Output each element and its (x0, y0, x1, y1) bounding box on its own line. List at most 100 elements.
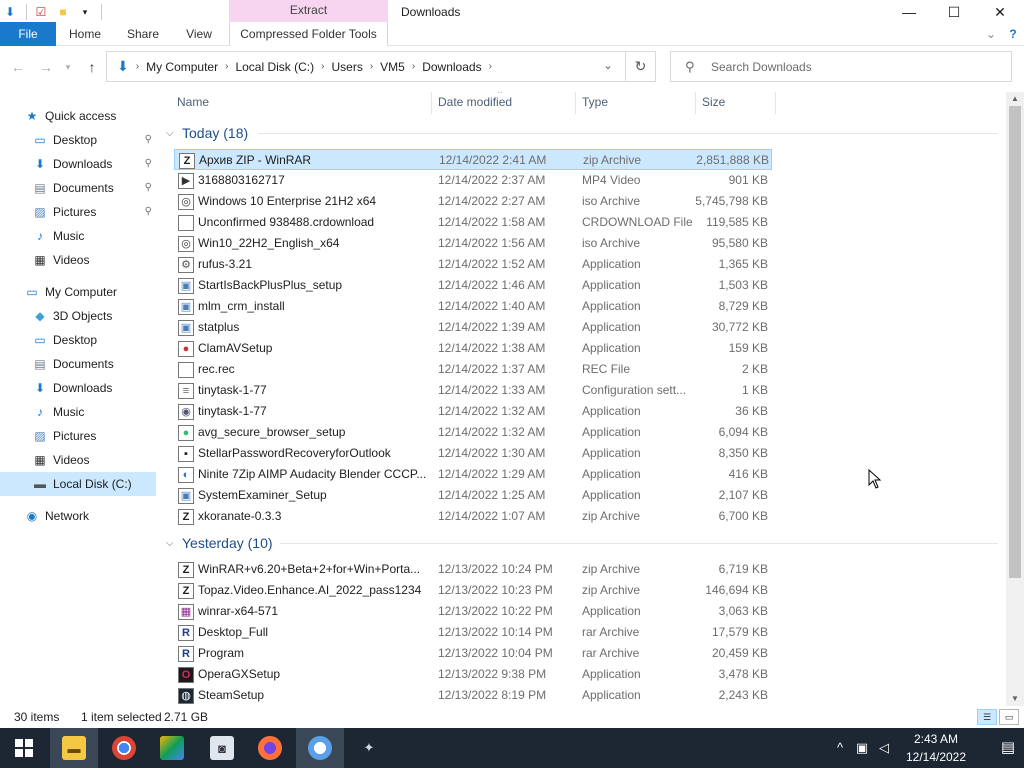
taskbar-game[interactable]: ✦ (345, 728, 393, 768)
file-row[interactable]: Zxkoranate-0.3.3 12/14/2022 1:07 AM zip Ar… (174, 506, 772, 527)
taskbar-firefox[interactable] (246, 728, 294, 768)
file-row[interactable]: rec.rec 12/14/2022 1:37 AM REC File 2 KB (174, 359, 772, 380)
down-arrow-icon[interactable]: ⬇ (2, 4, 18, 20)
tab-share[interactable]: Share (120, 22, 166, 46)
scroll-up-icon[interactable]: ▲ (1006, 92, 1024, 106)
tab-file[interactable]: File (0, 22, 56, 46)
file-row[interactable]: R Desktop_Full 12/13/2022 10:14 PM rar Arch… (174, 622, 772, 643)
forward-arrow-icon[interactable]: → (36, 59, 56, 75)
breadcrumb-my-computer[interactable]: My Computer (142, 60, 222, 74)
breadcrumb-users[interactable]: Users (327, 60, 366, 74)
ribbon-expand-icon[interactable]: ⌄ (982, 22, 1000, 46)
column-divider[interactable] (431, 92, 432, 114)
sidebar-item[interactable]: ♪ Music (0, 400, 156, 424)
taskbar-chrome[interactable] (100, 728, 148, 768)
address-dropdown-icon[interactable]: ⌄ (597, 52, 619, 81)
search-box[interactable]: ⚲ (670, 51, 1012, 82)
address-bar[interactable]: ⬇ › My Computer › Local Disk (C:) › User… (106, 51, 656, 82)
file-row[interactable]: Z Topaz.Video.Enhance.AI_2022_pass1234 12/… (174, 580, 772, 601)
breadcrumb-vm5[interactable]: VM5 (376, 60, 409, 74)
file-row[interactable]: ⚙ rufus-3.21 12/14/2022 1:52 AM Application… (174, 254, 772, 275)
column-header-date[interactable]: Date modified (438, 92, 568, 112)
file-row[interactable]: ◉ tinytask-1-77 12/14/2022 1:32 AM Applicat… (174, 401, 772, 422)
sidebar-item[interactable]: ▨ Pictures (0, 424, 156, 448)
notification-icon[interactable]: ▤ (1000, 740, 1016, 756)
file-row[interactable]: ▣ StartIsBackPlusPlus_setup 12/14/2022 1:4… (174, 275, 772, 296)
breadcrumb-chevron-icon[interactable]: › (409, 61, 418, 72)
column-divider[interactable] (775, 92, 776, 114)
qat-dropdown-icon[interactable]: ▾ (77, 4, 93, 20)
file-row[interactable]: ◐ Ninite 7Zip AIMP Audacity Blender CCCP.… (174, 464, 772, 485)
vertical-scrollbar[interactable]: ▲ ▼ (1006, 92, 1024, 706)
details-view-icon[interactable]: ☰ (977, 709, 997, 725)
breadcrumb-downloads[interactable]: Downloads (418, 60, 485, 74)
maximize-button[interactable]: ☐ (931, 0, 977, 24)
scrollbar-thumb[interactable] (1009, 106, 1021, 578)
column-header-type[interactable]: Type (582, 92, 692, 112)
sidebar-item[interactable]: ▭ Desktop ⚲ (0, 128, 156, 152)
sidebar-item[interactable]: ▤ Documents ⚲ (0, 176, 156, 200)
minimize-button[interactable]: — (886, 0, 932, 24)
sidebar-item[interactable]: ▤ Documents (0, 352, 156, 376)
file-row[interactable]: R Program 12/13/2022 10:04 PM rar Archive 20… (174, 643, 772, 664)
back-arrow-icon[interactable]: ← (8, 59, 28, 75)
tray-chevron-up-icon[interactable]: ^ (832, 740, 848, 756)
search-input[interactable] (711, 59, 1001, 74)
properties-icon[interactable]: ☑ (33, 4, 49, 20)
file-row[interactable]: ▦ winrar-x64-571 12/13/2022 10:22 PM Applic… (174, 601, 772, 622)
file-row[interactable]: ◎ Win10_22H2_English_x64 12/14/2022 1:56 A… (174, 233, 772, 254)
scroll-down-icon[interactable]: ▼ (1006, 692, 1024, 706)
help-icon[interactable]: ? (1004, 22, 1022, 46)
file-row[interactable]: ● ClamAVSetup 12/14/2022 1:38 AM Applicatio… (174, 338, 772, 359)
file-row[interactable]: Z Архив ZIP - WinRAR 12/14/2022 2:41 AM zip… (174, 149, 772, 170)
sidebar-item[interactable]: ▦ Videos (0, 448, 156, 472)
column-divider[interactable] (575, 92, 576, 114)
tab-view[interactable]: View (176, 22, 222, 46)
chevron-down-icon[interactable]: ⌵ (166, 128, 180, 139)
file-row[interactable]: ◎ Windows 10 Enterprise 21H2 x64 12/14/202… (174, 191, 772, 212)
file-row[interactable]: ▣ statplus 12/14/2022 1:39 AM Application 30… (174, 317, 772, 338)
column-divider[interactable] (695, 92, 696, 114)
file-row[interactable]: ▶ 3168803162717 12/14/2022 2:37 AM MP4 Vide… (174, 170, 772, 191)
taskbar-app[interactable] (148, 728, 196, 768)
start-button[interactable] (0, 728, 48, 768)
sidebar-item[interactable]: ◉ Network (0, 504, 156, 528)
file-row[interactable]: O OperaGXSetup 12/13/2022 9:38 PM Applicati… (174, 664, 772, 685)
column-header-size[interactable]: Size (702, 92, 772, 112)
sidebar-item[interactable]: ▭ Desktop (0, 328, 156, 352)
file-row[interactable]: ◍ SteamSetup 12/13/2022 8:19 PM Application… (174, 685, 772, 706)
sidebar-item[interactable]: ♪ Music (0, 224, 156, 248)
sidebar-item[interactable]: ⬇ Downloads (0, 376, 156, 400)
taskbar-file-explorer[interactable]: ▬ (50, 728, 98, 768)
sidebar-item[interactable]: ▨ Pictures ⚲ (0, 200, 156, 224)
sidebar-item[interactable]: ◆ 3D Objects (0, 304, 156, 328)
sidebar-item[interactable]: ▦ Videos (0, 248, 156, 272)
network-tray-icon[interactable]: ▣ (854, 740, 870, 756)
clock[interactable]: 2:43 AM 12/14/2022 (896, 730, 976, 766)
breadcrumb-local-disk[interactable]: Local Disk (C:) (231, 60, 318, 74)
file-row[interactable]: ≡ tinytask-1-77 12/14/2022 1:33 AM Configur… (174, 380, 772, 401)
new-folder-icon[interactable]: ■ (55, 4, 71, 20)
chevron-down-icon[interactable]: ⌵ (166, 538, 180, 549)
file-row[interactable]: Z WinRAR+v6.20+Beta+2+for+Win+Porta... 12/… (174, 559, 772, 580)
file-row[interactable]: ▪ StellarPasswordRecoveryforOutlook 12/14/… (174, 443, 772, 464)
large-icons-view-icon[interactable]: ▭ (999, 709, 1019, 725)
breadcrumb-chevron-icon[interactable]: › (318, 61, 327, 72)
up-arrow-icon[interactable]: ↑ (82, 59, 102, 75)
tab-compressed-folder-tools[interactable]: Compressed Folder Tools (229, 22, 388, 46)
file-row[interactable]: Unconfirmed 938488.crdownload 12/14/2022 … (174, 212, 772, 233)
column-header-name[interactable]: Name (177, 92, 427, 112)
file-row[interactable]: ● avg_secure_browser_setup 12/14/2022 1:32… (174, 422, 772, 443)
volume-muted-icon[interactable]: ◁ (876, 740, 892, 756)
close-button[interactable]: ✕ (977, 0, 1023, 24)
taskbar-disk-tool[interactable]: ◙ (198, 728, 246, 768)
file-row[interactable]: ▣ mlm_crm_install 12/14/2022 1:40 AM Applic… (174, 296, 772, 317)
breadcrumb-chevron-icon[interactable]: › (222, 61, 231, 72)
breadcrumb-chevron-icon[interactable]: › (133, 61, 142, 72)
file-row[interactable]: ▣ SystemExaminer_Setup 12/14/2022 1:25 AM A… (174, 485, 772, 506)
sidebar-item[interactable]: ▬ Local Disk (C:) (0, 472, 156, 496)
breadcrumb-chevron-icon[interactable]: › (367, 61, 376, 72)
taskbar-browser[interactable] (296, 728, 344, 768)
refresh-icon[interactable]: ↻ (625, 52, 655, 81)
sidebar-item[interactable]: ⬇ Downloads ⚲ (0, 152, 156, 176)
